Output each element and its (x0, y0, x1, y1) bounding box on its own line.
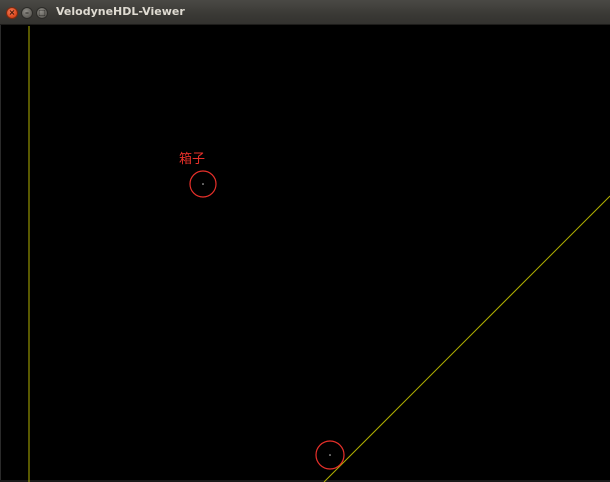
box-point (202, 183, 204, 185)
point-cloud-scene (28, 26, 610, 482)
app-window: × – □ VelodyneHDL-Viewer 箱子 (0, 0, 610, 482)
box-annotation-label: 箱子 (179, 152, 206, 167)
sensor-point (329, 454, 331, 456)
diagonal-axis-line (323, 195, 610, 482)
